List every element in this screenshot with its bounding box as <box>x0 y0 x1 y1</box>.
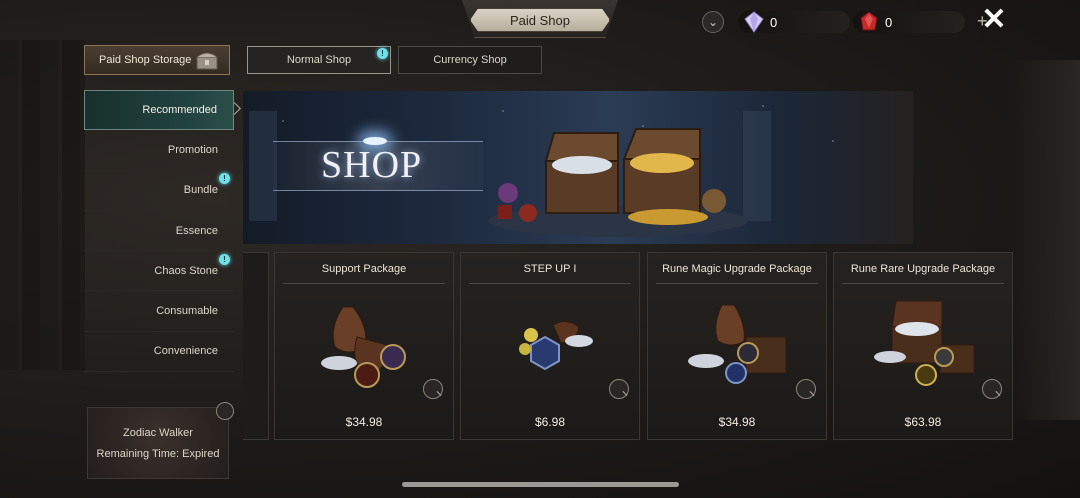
tab-normal-shop-label: Normal Shop <box>286 54 352 66</box>
sidebar-item-promotion[interactable]: Promotion <box>84 130 234 171</box>
currency-red: 0 + <box>853 11 988 33</box>
sidebar-item-label: Recommended <box>142 104 217 117</box>
magnifier-icon[interactable] <box>609 379 629 399</box>
diamond-count: 0 <box>770 15 778 30</box>
red-gem-count: 0 <box>885 15 893 30</box>
sidebar-item-essence[interactable]: Essence <box>84 211 234 252</box>
sidebar-item-label: Essence <box>175 224 218 237</box>
divider <box>656 283 818 284</box>
product-card[interactable]: Rune Magic Upgrade Package $34.98 <box>647 252 827 440</box>
open-chest-icon <box>874 300 975 386</box>
tab-normal-shop[interactable]: Normal Shop <box>247 46 391 74</box>
sidebar-item-recommended[interactable]: Recommended <box>84 90 234 131</box>
banner-title: SHOP <box>321 144 423 186</box>
rune-stones-icon <box>519 321 593 371</box>
background-right <box>1010 60 1080 420</box>
magnifier-icon[interactable] <box>982 379 1002 399</box>
currency-diamond: 0 + <box>738 11 873 33</box>
divider <box>283 283 445 284</box>
product-price: $34.98 <box>345 415 383 429</box>
bundle-badge: ! <box>219 173 230 184</box>
close-icon: ✕ <box>981 3 1007 36</box>
product-price: $63.98 <box>904 415 942 429</box>
product-name: STEP UP I <box>523 263 577 275</box>
treasure-chests-illustration <box>488 128 748 237</box>
product-card[interactable]: Rune Rare Upgrade Package $63.98 <box>833 252 1013 440</box>
close-button[interactable]: ✕ <box>980 3 1008 36</box>
product-name: Rune Magic Upgrade Package <box>662 263 812 275</box>
shop-banner[interactable]: SHOP <box>243 91 913 244</box>
sidebar-item-bundle[interactable]: Bundle <box>84 171 234 211</box>
sidebar-item-label: Chaos Stone <box>154 264 218 277</box>
diamond-gem-icon <box>744 11 764 33</box>
sacks-gems-icon <box>321 306 406 388</box>
tab-currency-shop[interactable]: Currency Shop <box>398 46 542 74</box>
divider <box>842 283 1004 284</box>
buff-name: Zodiac Walker <box>123 427 193 439</box>
product-name: Support Package <box>321 263 407 275</box>
paid-shop-storage-button[interactable]: Paid Shop Storage <box>84 45 230 75</box>
red-gem-icon <box>860 11 878 31</box>
category-sidebar: Recommended Promotion Bundle Essence Cha… <box>84 90 234 373</box>
normal-shop-badge: ! <box>377 48 388 59</box>
product-card[interactable]: STEP UP I $6.98 <box>460 252 640 440</box>
divider <box>469 283 631 284</box>
home-indicator[interactable] <box>402 482 679 487</box>
sidebar-item-convenience[interactable]: Convenience <box>84 332 234 373</box>
sidebar-item-label: Consumable <box>156 305 218 318</box>
buff-remaining-time: Remaining Time: Expired <box>96 448 220 460</box>
sidebar-item-label: Convenience <box>153 345 218 358</box>
magnifier-icon[interactable] <box>796 379 816 399</box>
sidebar-item-consumable[interactable]: Consumable <box>84 291 234 332</box>
product-card[interactable]: Support Package $34.98 <box>274 252 454 440</box>
sidebar-item-label: Bundle <box>183 184 218 197</box>
tab-currency-shop-label: Currency Shop <box>433 54 507 66</box>
background-shelves <box>0 40 85 370</box>
product-name: Rune Rare Upgrade Package <box>850 263 996 275</box>
chest-icon <box>196 52 218 70</box>
chevron-down-icon: ⌄ <box>707 15 719 29</box>
sidebar-item-label: Promotion <box>167 143 218 156</box>
page-title: Paid Shop <box>470 8 610 32</box>
product-price: $34.98 <box>718 415 756 429</box>
chaos-stone-badge: ! <box>219 254 230 265</box>
magnifier-icon[interactable] <box>423 379 443 399</box>
magnifier-icon[interactable] <box>216 402 234 420</box>
sack-chest-icon <box>688 304 787 384</box>
product-card-partial[interactable] <box>243 252 269 440</box>
buff-panel[interactable]: Zodiac Walker Remaining Time: Expired <box>87 402 234 479</box>
product-price: $6.98 <box>534 415 566 429</box>
storage-label: Paid Shop Storage <box>99 54 192 66</box>
collapse-arrow-button[interactable]: ⌄ <box>702 11 724 33</box>
sidebar-item-chaos-stone[interactable]: Chaos Stone <box>84 251 234 292</box>
